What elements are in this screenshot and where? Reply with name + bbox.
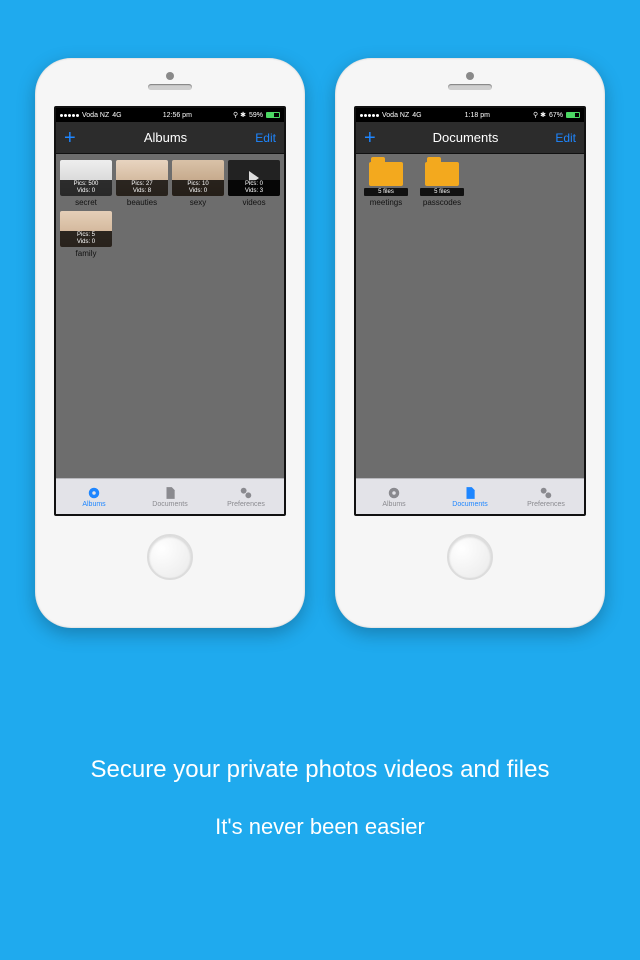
phone-left: Voda NZ 4G 12:56 pm ⚲ ✱ 59% + Albums Edi… [35, 58, 305, 628]
documents-icon [163, 486, 177, 500]
status-bar: Voda NZ 4G 1:18 pm ⚲ ✱ 67% [356, 108, 584, 122]
screen-documents: Voda NZ 4G 1:18 pm ⚲ ✱ 67% + Documents E… [354, 106, 586, 516]
album-thumb: Pics: 500Vids: 0 [60, 160, 112, 196]
battery-icon [566, 112, 580, 118]
tab-preferences[interactable]: Preferences [208, 479, 284, 514]
album-label: family [76, 249, 97, 258]
screen-albums: Voda NZ 4G 12:56 pm ⚲ ✱ 59% + Albums Edi… [54, 106, 286, 516]
home-button[interactable] [147, 534, 193, 580]
clock-label: 12:56 pm [163, 112, 192, 119]
signal-dots-icon [360, 114, 379, 117]
phone-camera [466, 72, 474, 80]
tab-label: Albums [82, 501, 105, 508]
documents-grid: 5 files meetings 5 files passcodes [356, 154, 584, 478]
file-count: 5 files [420, 188, 464, 196]
tab-bar: Albums Documents Preferences [356, 478, 584, 514]
battery-percent: 59% [249, 112, 263, 119]
tab-label: Documents [452, 501, 487, 508]
battery-icon [266, 112, 280, 118]
phone-camera [166, 72, 174, 80]
folder-icon-wrap: 5 files [416, 160, 468, 196]
tab-documents[interactable]: Documents [432, 479, 508, 514]
tab-label: Documents [152, 501, 187, 508]
tab-label: Preferences [527, 501, 565, 508]
album-thumb: Pics: 5Vids: 0 [60, 211, 112, 247]
folder-icon [369, 162, 403, 186]
clock-label: 1:18 pm [465, 112, 490, 119]
tab-albums[interactable]: Albums [56, 479, 132, 514]
caption-line-1: Secure your private photos videos and fi… [0, 756, 640, 784]
album-item[interactable]: Pics: 10Vids: 0 sexy [172, 160, 224, 207]
page-title: Albums [144, 130, 187, 145]
nav-bar: + Documents Edit [356, 122, 584, 154]
folder-label: passcodes [423, 198, 461, 207]
home-button[interactable] [447, 534, 493, 580]
network-label: 4G [412, 112, 421, 119]
carrier-label: Voda NZ [82, 112, 109, 119]
tab-bar: Albums Documents Preferences [56, 478, 284, 514]
album-item[interactable]: Pics: 27Vids: 8 beauties [116, 160, 168, 207]
phone-right: Voda NZ 4G 1:18 pm ⚲ ✱ 67% + Documents E… [335, 58, 605, 628]
album-label: secret [75, 198, 97, 207]
edit-button[interactable]: Edit [255, 131, 276, 145]
add-button[interactable]: + [64, 128, 76, 148]
status-bar: Voda NZ 4G 12:56 pm ⚲ ✱ 59% [56, 108, 284, 122]
phone-speaker [148, 84, 192, 90]
albums-icon [387, 486, 401, 500]
caption-line-2: It's never been easier [0, 814, 640, 840]
tab-preferences[interactable]: Preferences [508, 479, 584, 514]
bluetooth-icon: ⚲ ✱ [533, 111, 546, 119]
preferences-icon [239, 486, 253, 500]
album-item[interactable]: Pics: 500Vids: 0 secret [60, 160, 112, 207]
page-title: Documents [433, 130, 499, 145]
phone-mockups: Voda NZ 4G 12:56 pm ⚲ ✱ 59% + Albums Edi… [0, 0, 640, 628]
tab-label: Preferences [227, 501, 265, 508]
document-folder[interactable]: 5 files meetings [360, 160, 412, 207]
network-label: 4G [112, 112, 121, 119]
album-item[interactable]: Pics: 0Vids: 3 videos [228, 160, 280, 207]
add-button[interactable]: + [364, 128, 376, 148]
bluetooth-icon: ⚲ ✱ [233, 111, 246, 119]
preferences-icon [539, 486, 553, 500]
album-label: sexy [190, 198, 206, 207]
document-folder[interactable]: 5 files passcodes [416, 160, 468, 207]
tab-documents[interactable]: Documents [132, 479, 208, 514]
album-label: beauties [127, 198, 157, 207]
edit-button[interactable]: Edit [555, 131, 576, 145]
folder-icon-wrap: 5 files [360, 160, 412, 196]
folder-icon [425, 162, 459, 186]
signal-dots-icon [60, 114, 79, 117]
album-thumb: Pics: 27Vids: 8 [116, 160, 168, 196]
albums-grid: Pics: 500Vids: 0 secret Pics: 27Vids: 8 … [56, 154, 284, 478]
tab-label: Albums [382, 501, 405, 508]
folder-label: meetings [370, 198, 402, 207]
marketing-caption: Secure your private photos videos and fi… [0, 756, 640, 840]
phone-speaker [448, 84, 492, 90]
album-label: videos [242, 198, 265, 207]
documents-icon [463, 486, 477, 500]
album-item[interactable]: Pics: 5Vids: 0 family [60, 211, 112, 258]
nav-bar: + Albums Edit [56, 122, 284, 154]
albums-icon [87, 486, 101, 500]
file-count: 5 files [364, 188, 408, 196]
carrier-label: Voda NZ [382, 112, 409, 119]
tab-albums[interactable]: Albums [356, 479, 432, 514]
album-thumb: Pics: 10Vids: 0 [172, 160, 224, 196]
battery-percent: 67% [549, 112, 563, 119]
album-thumb-video: Pics: 0Vids: 3 [228, 160, 280, 196]
